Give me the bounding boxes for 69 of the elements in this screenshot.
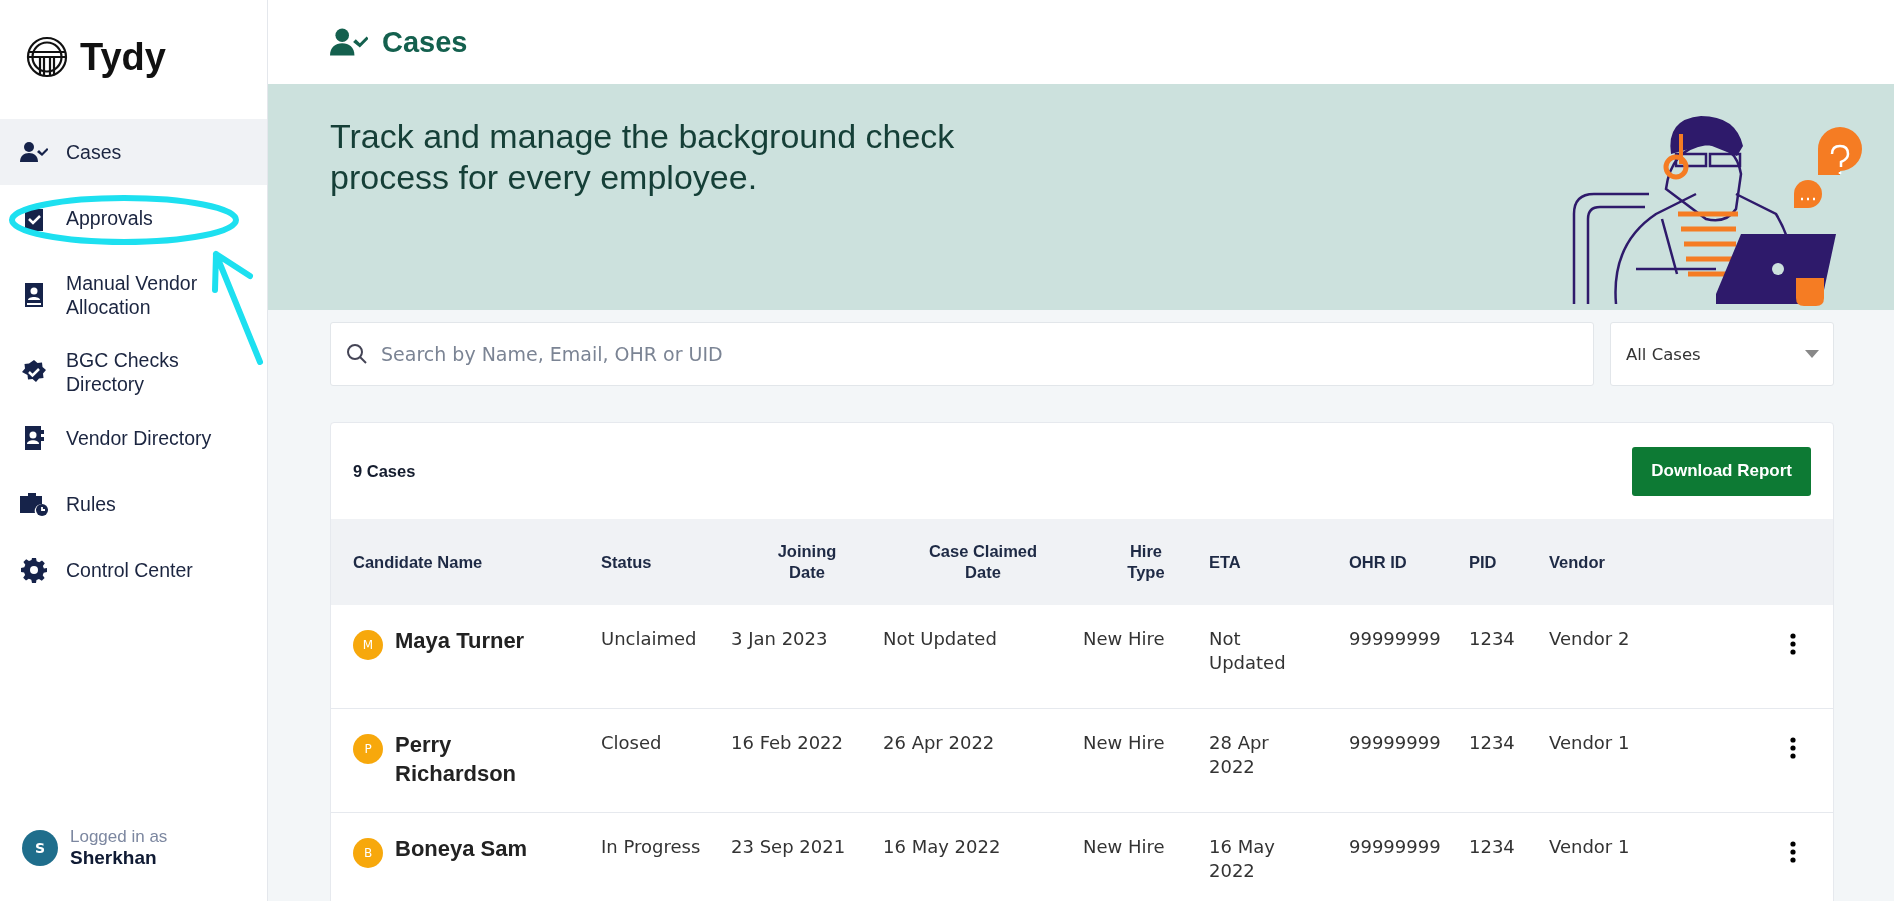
column-header: Joining Date <box>776 541 838 583</box>
table-cell-text: 1234 <box>1469 835 1516 859</box>
column-header: ETA <box>1209 551 1241 573</box>
table-cell-text: Vendor 1 <box>1549 835 1631 859</box>
candidate-name: Maya Turner <box>395 627 525 655</box>
settings-icon <box>21 557 47 583</box>
contact-book-icon <box>23 282 45 308</box>
table-cell-text: Not Updated <box>883 627 998 651</box>
table-cell-text: 1234 <box>1469 627 1516 651</box>
sidebar-item[interactable]: Approvals <box>0 185 267 251</box>
column-header: Status <box>601 551 652 573</box>
more-vertical-icon <box>1790 841 1796 863</box>
search-icon <box>346 343 368 365</box>
table-cell-text: Vendor 1 <box>1549 731 1631 755</box>
brand-name: Tydy <box>80 35 166 79</box>
table-cell-text: 26 Apr 2022 <box>883 731 996 755</box>
case-filter-dropdown[interactable]: All Cases <box>1610 322 1834 386</box>
table-cell-text: 16 May 2022 <box>883 835 1002 859</box>
table-cell-text: New Hire <box>1083 627 1166 651</box>
sidebar-item[interactable]: Cases <box>0 119 267 185</box>
table-cell-text: 16 Feb 2022 <box>731 731 845 755</box>
user-check-icon <box>330 27 368 57</box>
badge-check-icon <box>21 359 47 385</box>
sidebar-item[interactable]: Control Center <box>0 537 267 603</box>
column-header: Case Claimed Date <box>927 541 1039 583</box>
column-header: Vendor <box>1549 551 1605 573</box>
table-cell-text: 99999999 <box>1349 835 1442 859</box>
table-cell-text: Not Updated <box>1209 627 1287 676</box>
table-cell-text: 99999999 <box>1349 731 1442 755</box>
caret-icon <box>1805 350 1819 358</box>
column-header: PID <box>1469 551 1497 573</box>
table-cell-text: Unclaimed <box>601 627 698 651</box>
candidate-avatar: M <box>353 630 383 660</box>
candidate-name: Perry Richardson <box>395 731 518 788</box>
logo-icon <box>24 36 70 78</box>
logged-in-caption: Logged in as <box>70 827 168 847</box>
briefcase-clock-icon <box>20 492 48 516</box>
table-cell-text: 16 May 2022 <box>1209 835 1276 884</box>
user-check-icon <box>20 141 48 163</box>
candidate-name: Boneya Sam <box>395 835 528 863</box>
sidebar-item[interactable]: Manual Vendor Allocation <box>0 251 267 339</box>
table-cell-text: 3 Jan 2023 <box>731 627 829 651</box>
table-cell-text: 28 Apr 2022 <box>1209 731 1270 780</box>
more-vertical-icon <box>1790 633 1796 655</box>
candidate-avatar: P <box>353 734 383 764</box>
download-report-button[interactable]: Download Report <box>1632 446 1811 496</box>
table-cell-text: Closed <box>601 731 663 755</box>
case-count: 9 Cases <box>353 461 416 481</box>
table-cell-text: 23 Sep 2021 <box>731 835 847 859</box>
table-cell-text: 99999999 <box>1349 627 1442 651</box>
sidebar-item[interactable]: Vendor Directory <box>0 405 267 471</box>
sidebar-item[interactable]: BGC Checks Directory <box>0 339 267 405</box>
column-header: Candidate Name <box>353 551 483 573</box>
contact-card-icon <box>23 425 45 451</box>
table-cell-text: In Progress <box>601 835 702 859</box>
page-title: Cases <box>382 25 468 59</box>
table-cell-text: 1234 <box>1469 731 1516 755</box>
more-vertical-icon <box>1790 737 1796 759</box>
column-header: OHR ID <box>1349 551 1407 573</box>
search-field[interactable]: Search by Name, Email, OHR or UID <box>330 322 1594 386</box>
table-cell-text: Vendor 2 <box>1549 627 1631 651</box>
banner-text: Track and manage the background check process for every employee. <box>330 116 956 199</box>
candidate-avatar: B <box>353 838 383 868</box>
table-cell-text: New Hire <box>1083 835 1166 859</box>
column-header: Hire Type <box>1126 541 1166 583</box>
user-name: Sherkhan <box>70 847 158 869</box>
user-avatar: S <box>22 830 58 866</box>
sidebar-item[interactable]: Rules <box>0 471 267 537</box>
table-cell-text: New Hire <box>1083 731 1166 755</box>
